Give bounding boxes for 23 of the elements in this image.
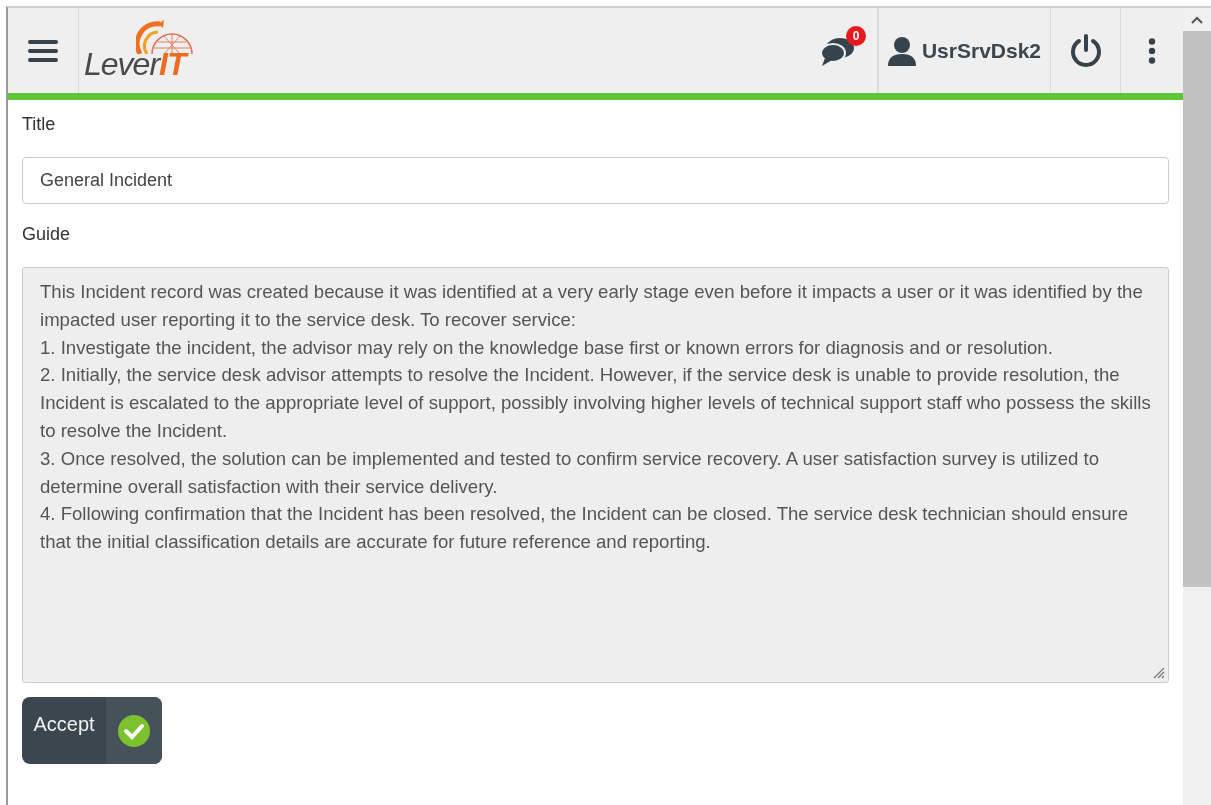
scroll-up-icon (1191, 15, 1203, 24)
logo: LeverIT (79, 8, 196, 93)
guide-text: 3. Once resolved, the solution can be implemented and tested to confirm service recovery. A user satisfaction survey is utilized to determine overall satisfaction with their service delivery. (40, 446, 1100, 499)
resize-grip-icon (1151, 665, 1165, 679)
guide-text: 1. Investigate the incident, the advisor may rely on the knowledge base first or known errors for diagnosis and or resolution. (40, 335, 1054, 360)
accept-button[interactable]: Accept (22, 697, 162, 764)
menu-icon (28, 38, 58, 63)
scrollbar[interactable] (1183, 8, 1211, 805)
globe-icon (136, 18, 196, 54)
user-icon (887, 35, 916, 66)
user-button[interactable]: UsrSrvDsk2 (887, 35, 1042, 66)
notification-count: 0 (846, 25, 866, 46)
guide-text: 4. Following confirmation that the Incident has been resolved, the Incident can be closed. The service desk technician should ensure that the initial classification details are accurate for future reference and reporting. (40, 502, 1130, 555)
title-field[interactable]: General Incident (22, 157, 1169, 204)
guide-label: Guide (22, 224, 72, 245)
guide-text: 2. Initially, the service desk advisor attempts to resolve the Incident. However, if the service desk is unable to provide resolution, the Incident is escalated to the appropriate level of support, possibly involving higher levels of technical support staff who possess the skills to resolve the Incident. (40, 363, 1151, 443)
check-icon (117, 713, 151, 748)
menu-button[interactable] (28, 38, 58, 63)
guide-text: This Incident record was created because it was identified at a very early stage even before it impacts a user or it was identified by the impacted user reporting it to the service desk. To recover service: (40, 280, 1144, 332)
title-label: Title (22, 114, 57, 135)
more-icon (1148, 37, 1156, 64)
guide-field[interactable] (22, 267, 1169, 683)
more-button[interactable] (1148, 37, 1156, 64)
